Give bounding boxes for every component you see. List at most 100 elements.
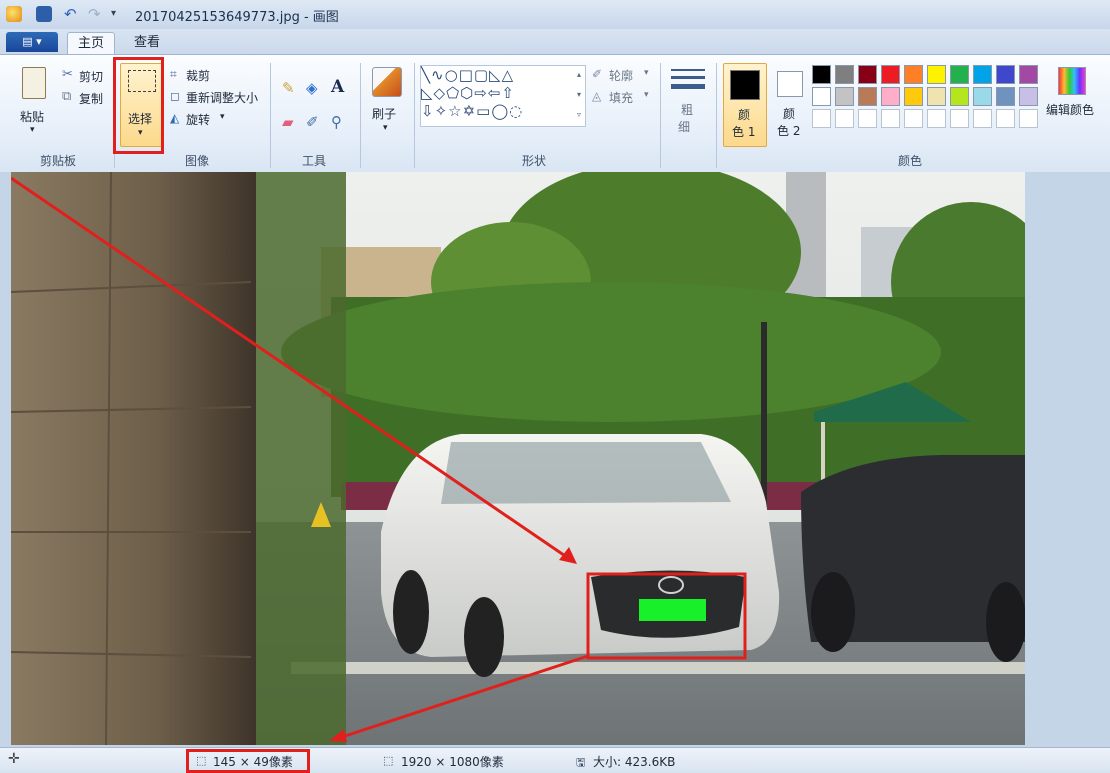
edit-colors-button[interactable]: 编辑颜色 <box>1046 63 1106 123</box>
color-picker-tool[interactable]: ✐ <box>306 113 326 133</box>
rotate-button[interactable]: ◭ 旋转 ▾ <box>170 111 230 129</box>
edit-colors-label: 编辑颜色 <box>1046 103 1095 117</box>
shapes-group-label: 形状 <box>522 154 547 168</box>
palette-color-swatch[interactable] <box>881 65 900 84</box>
pencil-icon: ✎ <box>282 79 295 97</box>
license-plate <box>639 599 706 621</box>
palette-color-swatch[interactable] <box>950 65 969 84</box>
size-button[interactable]: 粗 细 <box>666 63 710 147</box>
resize-icon: ◻ <box>170 89 180 103</box>
shapes-row-3: ⇩✧☆✡▭◯◌ <box>421 102 524 120</box>
palette-empty-swatch[interactable] <box>950 109 969 128</box>
shapes-scroll[interactable]: ▴ ▾ ▿ <box>574 65 584 125</box>
palette-color-swatch[interactable] <box>858 87 877 106</box>
fill-button[interactable]: ◬ 填充 ▾ <box>592 89 654 107</box>
rotate-label: 旋转 <box>186 113 211 127</box>
palette-empty-swatch[interactable] <box>927 109 946 128</box>
palette-empty-swatch[interactable] <box>881 109 900 128</box>
paste-label: 粘贴 <box>20 110 45 124</box>
app-menu-button[interactable]: ▤ ▾ <box>6 32 58 52</box>
size-line-icon <box>671 76 705 79</box>
crop-label: 裁剪 <box>186 69 211 83</box>
palette-color-swatch[interactable] <box>996 87 1015 106</box>
palette-empty-swatch[interactable] <box>973 109 992 128</box>
ribbon-tabs: ▤ ▾ 主页 查看 <box>0 29 1110 55</box>
paste-dropdown-icon: ▾ <box>30 125 35 135</box>
palette-empty-swatch[interactable] <box>904 109 923 128</box>
palette-color-swatch[interactable] <box>835 65 854 84</box>
palette-empty-swatch[interactable] <box>812 109 831 128</box>
size-label: 粗 <box>681 103 694 117</box>
color2-label: 颜 <box>783 107 796 121</box>
redo-icon[interactable]: ↷ <box>88 6 104 22</box>
palette-empty-swatch[interactable] <box>835 109 854 128</box>
cursor-position-icon: ✛ <box>8 751 20 767</box>
copy-button[interactable]: ⧉ 复制 <box>62 89 110 107</box>
magnifier-tool[interactable]: ⚲ <box>331 113 351 133</box>
pencil-tool[interactable]: ✎ <box>282 79 302 99</box>
outline-button[interactable]: ✐ 轮廓 ▾ <box>592 67 654 85</box>
crop-icon: ⌗ <box>170 67 177 81</box>
paste-button[interactable]: 粘贴 ▾ <box>14 67 54 147</box>
parking-lot-photo <box>11 172 1025 745</box>
palette-color-swatch[interactable] <box>927 65 946 84</box>
copy-label: 复制 <box>79 92 104 106</box>
color1-label: 颜 <box>738 108 751 122</box>
palette-color-swatch[interactable] <box>1019 87 1038 106</box>
palette-color-swatch[interactable] <box>904 65 923 84</box>
ribbon-divider <box>414 63 415 168</box>
color-spectrum-icon <box>1058 67 1086 95</box>
brushes-dropdown-icon: ▾ <box>383 123 388 133</box>
tools-group-label: 工具 <box>302 154 327 168</box>
save-icon[interactable] <box>36 6 52 22</box>
palette-color-swatch[interactable] <box>1019 65 1038 84</box>
palette-empty-swatch[interactable] <box>996 109 1015 128</box>
resize-button[interactable]: ◻ 重新调整大小 <box>170 89 266 107</box>
palette-color-swatch[interactable] <box>973 65 992 84</box>
palette-color-swatch[interactable] <box>812 65 831 84</box>
outline-icon: ✐ <box>592 67 603 81</box>
outline-label: 轮廓 <box>609 69 634 83</box>
color2-button[interactable]: 颜 色 2 <box>769 63 809 145</box>
canvas-image[interactable] <box>11 172 1025 745</box>
palette-empty-swatch[interactable] <box>858 109 877 128</box>
paint-app-icon[interactable] <box>6 6 22 22</box>
status-bar: ✛ ⬚ 145 × 49像素 ⬚ 1920 × 1080像素 🖫 大小: 423… <box>0 747 1110 773</box>
palette-color-swatch[interactable] <box>927 87 946 106</box>
palette-color-swatch[interactable] <box>950 87 969 106</box>
scissors-icon: ✂ <box>62 67 73 82</box>
palette-color-swatch[interactable] <box>973 87 992 106</box>
eraser-tool[interactable]: ▰ <box>282 113 302 133</box>
ribbon-divider <box>716 63 717 168</box>
file-size: 大小: 423.6KB <box>593 755 676 769</box>
ribbon-divider <box>270 63 271 168</box>
palette-color-swatch[interactable] <box>812 87 831 106</box>
size-line-icon <box>671 69 705 71</box>
outline-dropdown-icon: ▾ <box>644 68 649 78</box>
palette-color-swatch[interactable] <box>904 87 923 106</box>
cut-button[interactable]: ✂ 剪切 <box>62 67 110 85</box>
rotate-dropdown-icon: ▾ <box>220 112 225 122</box>
palette-color-swatch[interactable] <box>881 87 900 106</box>
undo-icon[interactable]: ↶ <box>64 6 80 22</box>
fill-tool[interactable]: ◈ <box>306 79 326 99</box>
brushes-button[interactable]: 刷子 ▾ <box>366 63 408 145</box>
crop-button[interactable]: ⌗ 裁剪 <box>170 67 230 85</box>
quick-access-dropdown-icon[interactable]: ▾ <box>111 6 127 22</box>
brush-icon <box>372 67 402 97</box>
image-size-icon: ⬚ <box>383 754 394 767</box>
tab-home[interactable]: 主页 <box>67 32 116 55</box>
shapes-row-2: ◺◇⬠⬡⇨⇦⇧ <box>421 84 515 102</box>
palette-empty-swatch[interactable] <box>1019 109 1038 128</box>
cut-label: 剪切 <box>79 70 104 84</box>
shapes-gallery[interactable]: ╲∿○□▢◺△ ◺◇⬠⬡⇨⇦⇧ ⇩✧☆✡▭◯◌ <box>420 65 586 127</box>
eraser-icon: ▰ <box>282 113 294 131</box>
eyedropper-icon: ✐ <box>306 113 319 131</box>
tab-view[interactable]: 查看 <box>124 32 170 54</box>
text-tool[interactable]: A <box>331 77 351 97</box>
size-label-2: 细 <box>678 120 691 134</box>
palette-color-swatch[interactable] <box>996 65 1015 84</box>
color1-button[interactable]: 颜 色 1 <box>723 63 767 147</box>
palette-color-swatch[interactable] <box>835 87 854 106</box>
palette-color-swatch[interactable] <box>858 65 877 84</box>
